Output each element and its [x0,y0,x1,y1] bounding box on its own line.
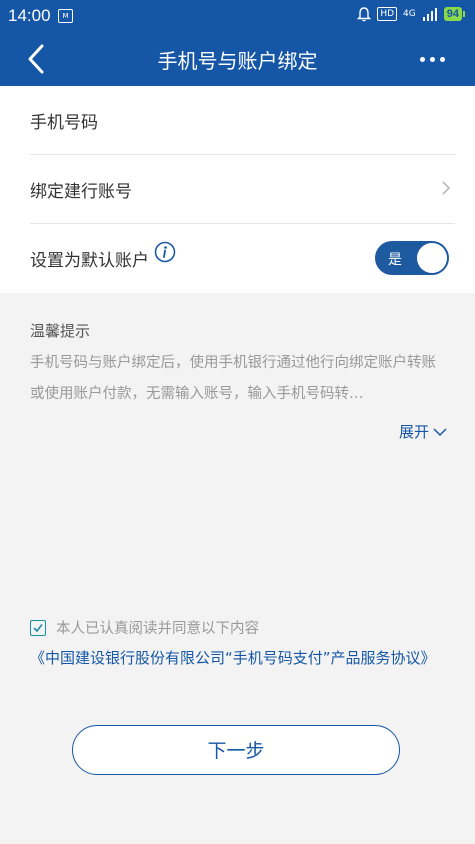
tips-text: 手机号码与账户绑定后，使用手机银行通过他行向绑定账户转账或使用账户付款，无需输入… [30,355,436,402]
status-bar: 14:00 M HD 4G 94 [0,0,475,32]
notification-icon: M [58,9,73,23]
agreement-link[interactable]: 《中国建设银行股份有限公司“手机号码支付”产品服务协议》 [30,647,450,670]
expand-button[interactable]: 展开 [399,421,447,442]
more-options-button[interactable] [415,44,449,74]
phone-number-field[interactable]: 手机号码 [30,86,455,154]
expand-label: 展开 [398,423,429,441]
phone-number-label: 手机号码 [30,113,98,133]
status-icons: HD 4G 94 [357,6,465,22]
page-title: 手机号与账户绑定 [157,49,318,73]
nav-bar: 手机号与账户绑定 [0,32,475,86]
chevron-down-icon [433,427,447,436]
dot-icon [419,56,425,62]
bind-account-row[interactable]: 绑定建行账号 [30,155,455,223]
default-account-label: 设置为默认账户 [30,251,149,271]
battery-level: 94 [443,7,462,21]
tips-title: 温馨提示 [30,322,91,340]
info-icon[interactable] [154,241,176,263]
chevron-right-icon [442,181,451,195]
default-account-row: 设置为默认账户 是 [30,224,455,292]
default-account-toggle[interactable]: 是 [375,241,449,275]
agreement-checkbox[interactable] [30,619,46,636]
signal-icon [422,8,437,21]
dot-icon [439,56,445,62]
network-label: 4G [403,8,416,19]
agreement-text: 本人已认真阅读并同意以下内容 [56,621,259,637]
toggle-knob [417,243,447,273]
battery-icon: 94 [443,7,465,21]
agreement-row: 本人已认真阅读并同意以下内容 [30,617,259,638]
dot-icon [429,56,435,62]
toggle-label: 是 [388,252,402,268]
hd-badge: HD [377,7,398,21]
checkmark-icon [33,623,43,632]
bind-account-label: 绑定建行账号 [30,182,132,202]
bell-icon [357,7,372,22]
status-time: 14:00 [8,6,51,25]
binding-form: 手机号码 绑定建行账号 设置为默认账户 是 [0,86,475,293]
next-step-button[interactable]: 下一步 [72,725,400,775]
